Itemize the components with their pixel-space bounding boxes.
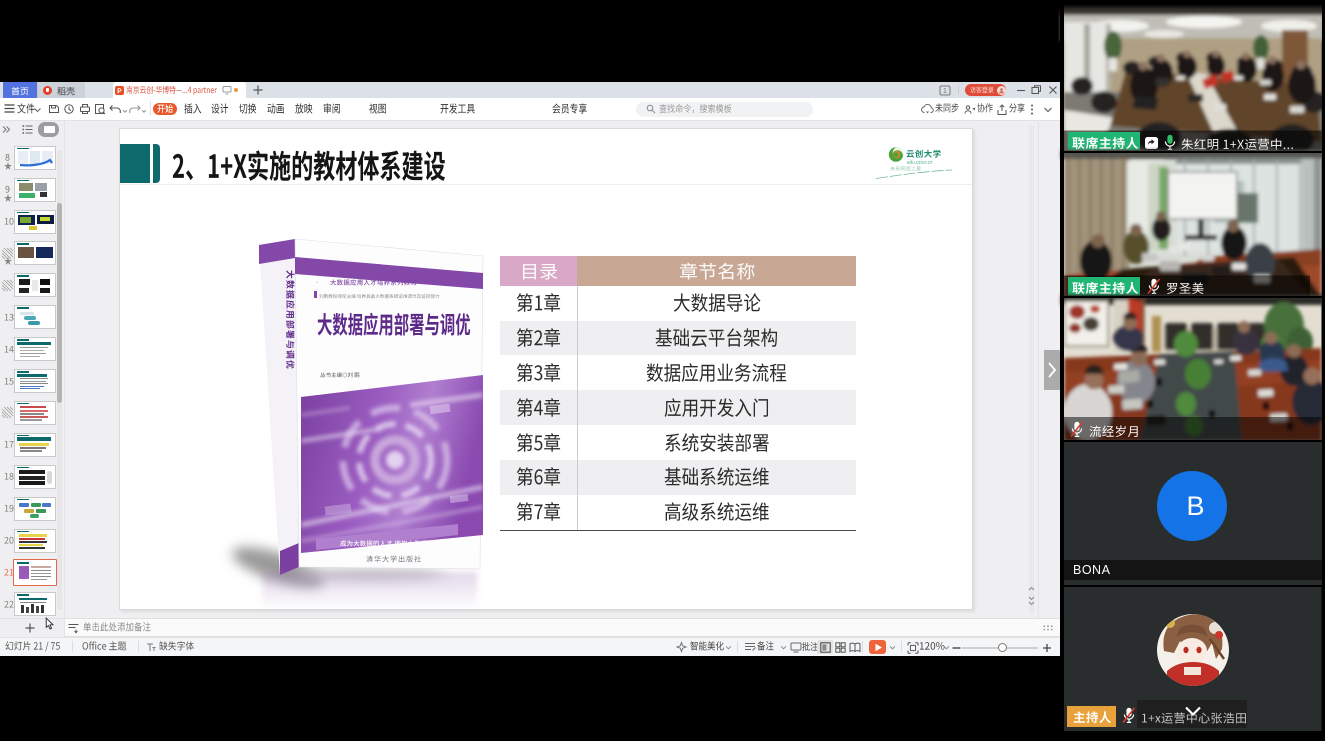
svg-text:·: · bbox=[316, 279, 318, 286]
svg-text:1: 1 bbox=[943, 88, 947, 95]
